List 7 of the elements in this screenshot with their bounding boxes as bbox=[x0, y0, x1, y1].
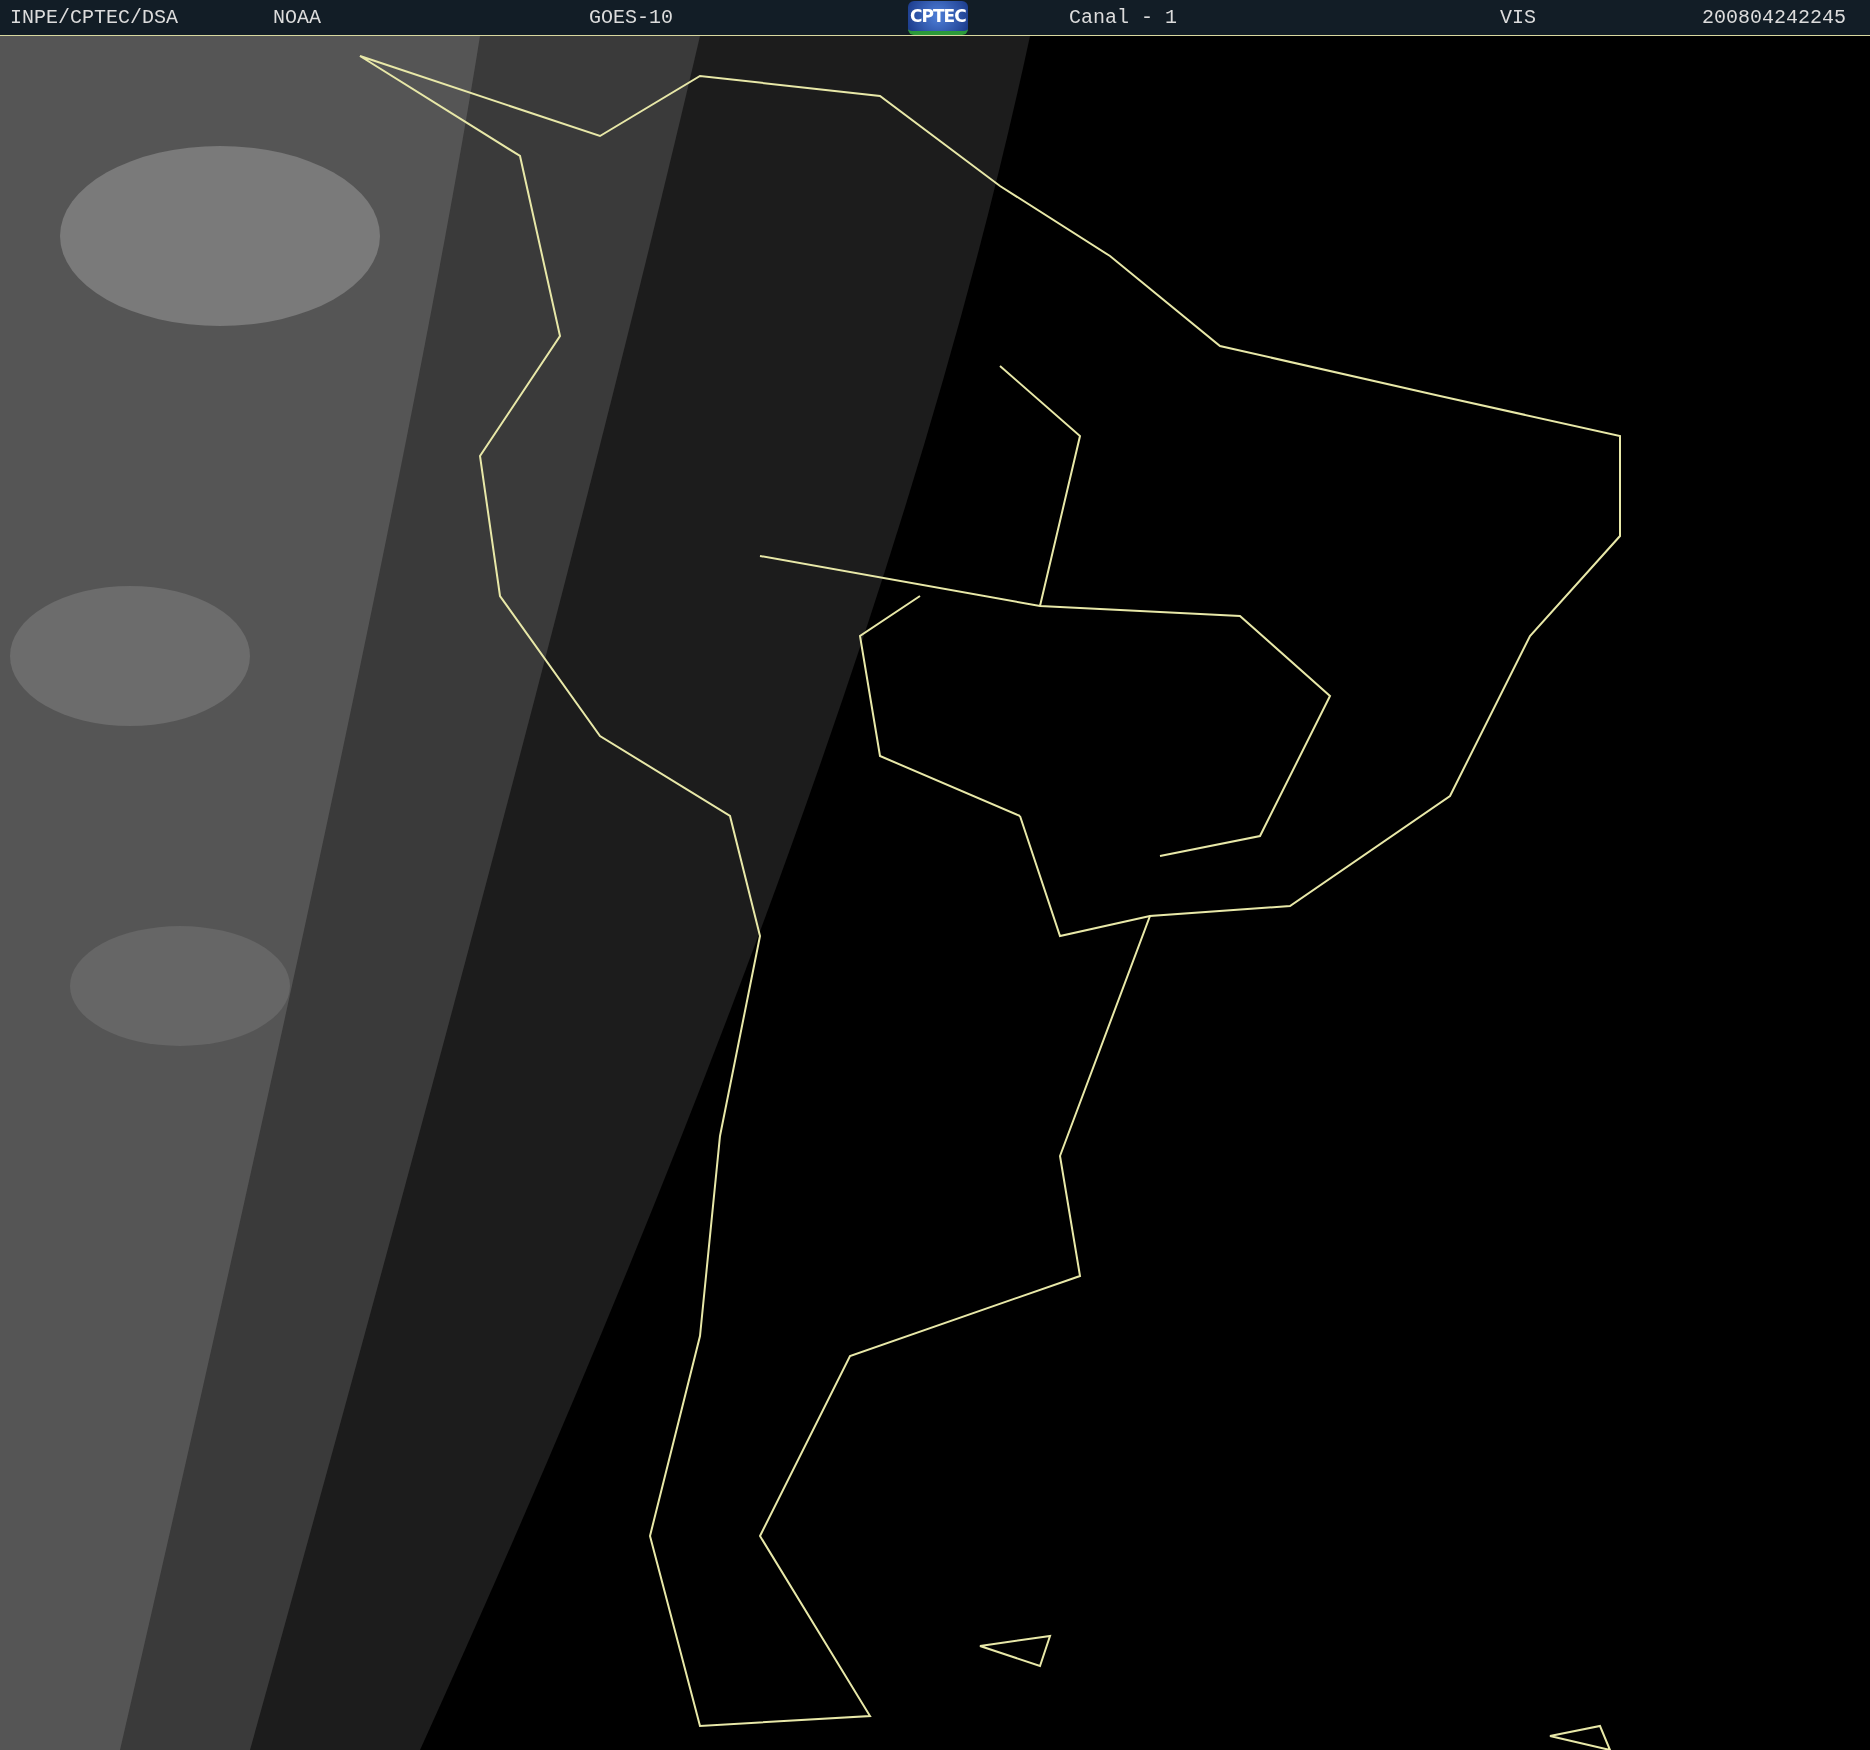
logo: CPTEC bbox=[908, 0, 968, 35]
header-label: VIS bbox=[1500, 5, 1536, 29]
header-label: INPE/CPTEC/DSA bbox=[10, 5, 179, 29]
header-label: Canal - 1 bbox=[1069, 5, 1178, 29]
header-label: GOES-10 bbox=[589, 5, 673, 29]
header-label: NOAA bbox=[273, 5, 321, 29]
header-label: 200804242245 bbox=[1702, 5, 1847, 29]
